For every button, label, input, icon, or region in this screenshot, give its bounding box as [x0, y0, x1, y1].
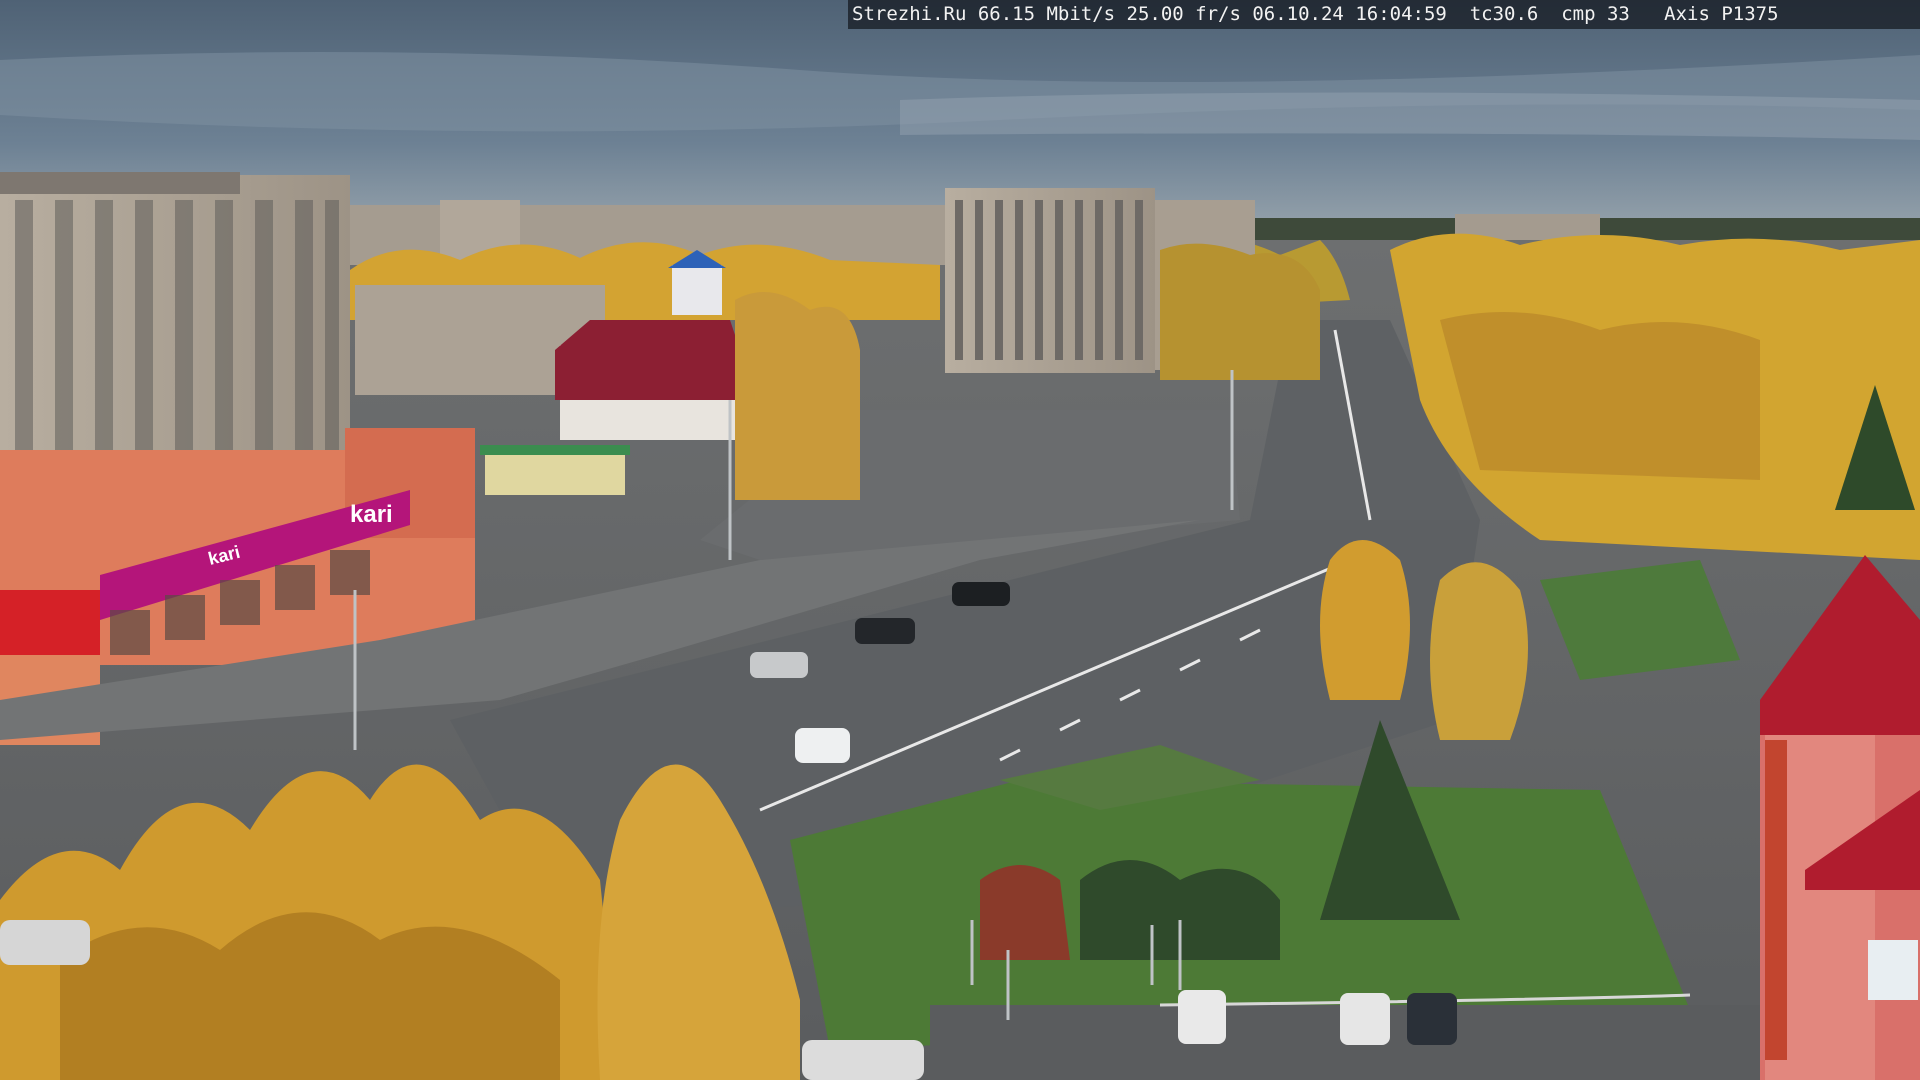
car-dark-road	[855, 618, 915, 644]
red-building-window	[1868, 940, 1918, 1000]
car-white-parked	[1178, 990, 1226, 1044]
street-view: kari kari	[0, 0, 1920, 1080]
green-roof-kiosk	[485, 450, 625, 495]
car-white-parked	[1340, 993, 1390, 1045]
cloud-band	[900, 92, 1920, 140]
tree-cluster-central-right	[1160, 243, 1320, 380]
birch-tree	[1320, 540, 1410, 700]
blue-roof-tower	[672, 265, 722, 315]
car-white-left	[0, 920, 90, 965]
foreground-trees-shade	[60, 912, 560, 1080]
red-building-sign	[1765, 740, 1787, 1060]
webcam-scene: kari kari Strezhi.Ru 66.15 Mbit/s 25.00 …	[0, 0, 1920, 1080]
birch-tree	[1430, 562, 1528, 740]
car-white-foreground	[802, 1040, 924, 1080]
apartment-block-left-roof	[0, 172, 240, 194]
tree-cluster-center	[735, 292, 860, 500]
red-shrub	[980, 865, 1070, 960]
car-dark-road	[952, 582, 1010, 606]
autumn-forest-right-shade	[1440, 312, 1760, 480]
car-white-road	[795, 728, 850, 763]
red-roof	[555, 320, 740, 400]
camera-osd-overlay: Strezhi.Ru 66.15 Mbit/s 25.00 fr/s 06.10…	[848, 0, 1920, 29]
green-roof	[480, 445, 630, 455]
kari-logo-large: kari	[350, 501, 393, 528]
car-silver-road	[750, 652, 808, 678]
car-dark-parked	[1407, 993, 1457, 1045]
